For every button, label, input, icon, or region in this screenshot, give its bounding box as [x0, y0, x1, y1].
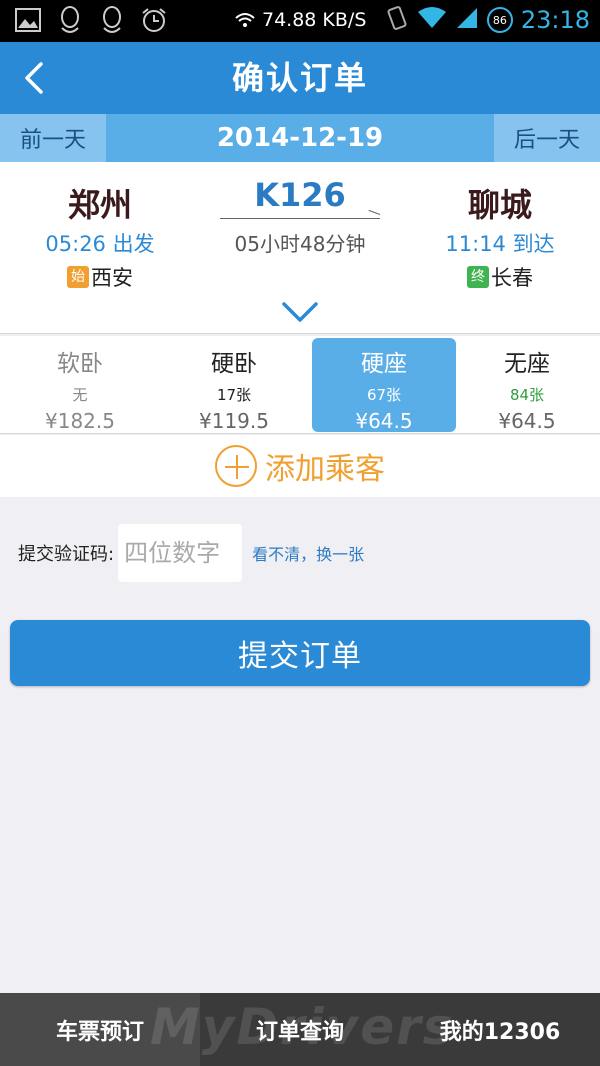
departure-station: 郑州 05:26 出发 始 西安 [0, 180, 200, 292]
wifi-small-icon [235, 13, 255, 27]
clock: 23:18 [520, 6, 590, 34]
title-bar: 确认订单 [0, 42, 600, 114]
expand-stops-button[interactable] [280, 298, 320, 326]
train-info-card: 郑州 05:26 出发 始 西安 K126 05小时48分钟 聊城 11:14 … [0, 162, 600, 334]
seat-name: 硬座 [361, 351, 407, 377]
seat-type-selector: 软卧 无 ¥182.5 硬卧 17张 ¥119.5 硬座 67张 ¥64.5 无… [0, 336, 600, 434]
add-circle-icon [215, 445, 257, 487]
captcha-input[interactable] [118, 524, 243, 582]
seat-price: ¥182.5 [45, 409, 115, 433]
seat-price: ¥64.5 [498, 409, 556, 433]
terminal-station: 终 长春 [400, 262, 600, 292]
departure-time: 05:26 出发 [45, 232, 155, 256]
origin-tag: 始 [67, 266, 89, 288]
gallery-icon [14, 6, 42, 34]
seat-name: 无座 [504, 351, 550, 377]
seat-count: 67张 [366, 386, 402, 404]
add-passenger-button[interactable]: 添加乘客 [0, 435, 600, 497]
arrival-station: 聊城 11:14 到达 终 长春 [400, 180, 600, 292]
alarm-icon [140, 6, 168, 34]
seat-count: 无 [72, 386, 88, 404]
cell-signal-icon [455, 6, 479, 34]
captcha-refresh-link[interactable]: 看不清，换一张 [252, 541, 364, 565]
seat-name: 硬卧 [211, 351, 257, 377]
add-passenger-label: 添加乘客 [265, 452, 385, 487]
watermark: MyDrivers [150, 998, 455, 1056]
seat-option-hard-seat[interactable]: 硬座 67张 ¥64.5 [312, 338, 456, 433]
trip-duration: 05小时48分钟 [234, 232, 366, 256]
arrival-time: 11:14 到达 [445, 232, 555, 256]
qq-icon [56, 6, 84, 34]
seat-price: ¥119.5 [199, 409, 269, 433]
qq-icon-2 [98, 6, 126, 34]
origin-station: 始 西安 [0, 262, 200, 292]
net-speed-indicator: 74.88 KB/S [226, 4, 374, 36]
route-arrow-icon [220, 214, 380, 224]
seat-count: 17张 [216, 386, 252, 404]
status-bar: 74.88 KB/S 86 23:18 [0, 0, 600, 42]
notification-icons [14, 6, 168, 34]
system-icons: 86 23:18 [385, 4, 590, 36]
seat-count: 84张 [509, 386, 545, 404]
next-day-button[interactable]: 后一天 [494, 114, 600, 162]
seat-name: 软卧 [57, 351, 103, 377]
seat-option-soft-sleeper[interactable]: 软卧 无 ¥182.5 [8, 338, 152, 433]
chevron-down-icon [282, 302, 318, 322]
origin-station-name: 西安 [91, 266, 133, 290]
submit-order-button[interactable]: 提交订单 [10, 620, 590, 686]
captcha-row: 提交验证码: 看不清，换一张 [18, 524, 364, 582]
departure-station-name: 郑州 [67, 186, 132, 224]
seat-option-hard-sleeper[interactable]: 硬卧 17张 ¥119.5 [162, 338, 306, 433]
captcha-label: 提交验证码: [18, 544, 115, 565]
train-summary: K126 05小时48分钟 [210, 176, 390, 257]
battery-indicator: 86 [486, 7, 513, 33]
seat-price: ¥64.5 [355, 409, 413, 433]
wifi-signal-icon [417, 6, 447, 34]
net-speed: 74.88 KB/S [262, 9, 367, 31]
date-bar: 前一天 2014-12-19 后一天 [0, 114, 600, 162]
terminal-station-name: 长春 [491, 266, 533, 290]
seat-option-no-seat[interactable]: 无座 84张 ¥64.5 [455, 338, 599, 433]
page-title: 确认订单 [231, 59, 368, 97]
travel-date: 2014-12-19 [216, 123, 384, 153]
train-number: K126 [254, 176, 346, 214]
arrival-station-name: 聊城 [467, 186, 532, 224]
vibrate-icon [385, 4, 409, 36]
terminal-tag: 终 [467, 266, 489, 288]
prev-day-button[interactable]: 前一天 [0, 114, 106, 162]
